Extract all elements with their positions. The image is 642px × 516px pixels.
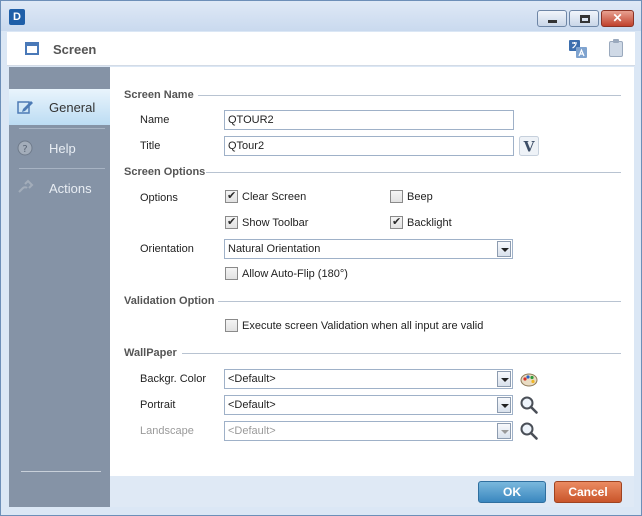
execute-validation-label: Execute screen Validation when all input… — [242, 320, 484, 332]
maximize-button[interactable] — [569, 10, 599, 27]
backgr-color-value: <Default> — [228, 373, 276, 385]
edit-icon — [16, 98, 34, 116]
sidebar-footer-divider — [21, 471, 101, 472]
title-variable-button[interactable]: V — [519, 136, 539, 156]
beep-label: Beep — [407, 191, 433, 203]
landscape-browse-button[interactable] — [519, 421, 539, 441]
section-divider — [218, 301, 621, 302]
ok-button[interactable]: OK — [478, 481, 546, 503]
general-panel: Screen Name Name Title V Screen Options … — [110, 67, 634, 476]
portrait-value: <Default> — [228, 399, 276, 411]
screen-icon — [25, 42, 39, 55]
translate-icon[interactable] — [568, 39, 588, 59]
portrait-select[interactable]: <Default> — [224, 395, 513, 415]
auto-flip-checkbox[interactable] — [225, 267, 238, 280]
beep-checkbox[interactable] — [390, 190, 403, 203]
chevron-down-icon[interactable] — [497, 371, 511, 387]
minimize-icon — [548, 20, 557, 23]
section-divider — [206, 172, 621, 173]
backgr-color-label: Backgr. Color — [140, 373, 207, 385]
clipboard-icon[interactable] — [609, 39, 623, 57]
execute-validation-checkbox[interactable] — [225, 319, 238, 332]
clear-screen-label: Clear Screen — [242, 191, 307, 203]
color-palette-button[interactable] — [519, 369, 539, 389]
backlight-label: Backlight — [407, 217, 452, 229]
magnifier-icon — [520, 396, 538, 414]
minimize-button[interactable] — [537, 10, 567, 27]
section-title-validation: Validation Option — [124, 295, 215, 307]
close-icon: ✕ — [612, 11, 623, 25]
sidebar-item-actions[interactable]: Actions — [9, 170, 110, 206]
sidebar: General ? Help Actions — [9, 67, 110, 507]
title-input[interactable] — [224, 136, 514, 156]
section-divider — [198, 95, 621, 96]
chevron-down-icon[interactable] — [497, 397, 511, 413]
landscape-value: <Default> — [228, 425, 276, 437]
section-title-screen-name: Screen Name — [124, 89, 194, 101]
maximize-icon — [580, 15, 590, 23]
portrait-browse-button[interactable] — [519, 395, 539, 415]
portrait-label: Portrait — [140, 399, 176, 411]
sidebar-item-label: Help — [49, 141, 76, 156]
sidebar-item-label: Actions — [49, 181, 92, 196]
backgr-color-select[interactable]: <Default> — [224, 369, 513, 389]
sidebar-divider — [19, 128, 105, 129]
title-label: Title — [140, 140, 161, 152]
auto-flip-label: Allow Auto-Flip (180°) — [242, 268, 348, 280]
link-icon — [16, 179, 34, 197]
chevron-down-icon[interactable] — [497, 423, 511, 439]
screen-dialog: D ✕ Screen General ? Help Actions Screen… — [0, 0, 642, 516]
landscape-select[interactable]: <Default> — [224, 421, 513, 441]
name-label: Name — [140, 114, 170, 126]
show-toolbar-checkbox[interactable] — [225, 215, 238, 229]
magnifier-icon — [520, 422, 538, 440]
section-title-wallpaper: WallPaper — [124, 347, 177, 359]
landscape-label: Landscape — [140, 425, 194, 437]
sidebar-item-label: General — [49, 100, 96, 115]
orientation-select[interactable]: Natural Orientation — [224, 239, 513, 259]
orientation-value: Natural Orientation — [228, 243, 321, 255]
cancel-button[interactable]: Cancel — [554, 481, 622, 503]
section-title-screen-options: Screen Options — [124, 166, 206, 178]
clear-screen-checkbox[interactable] — [225, 189, 238, 203]
dialog-header: Screen — [7, 32, 635, 66]
orientation-label: Orientation — [140, 243, 194, 255]
sidebar-divider — [19, 168, 105, 169]
palette-icon — [520, 373, 538, 387]
close-button[interactable]: ✕ — [601, 10, 634, 27]
options-label: Options — [140, 192, 178, 204]
show-toolbar-label: Show Toolbar — [242, 217, 309, 229]
variable-icon: V — [523, 140, 536, 156]
svg-text:?: ? — [22, 144, 27, 155]
backlight-checkbox[interactable] — [390, 215, 403, 229]
title-bar: D ✕ — [1, 1, 641, 31]
page-title: Screen — [53, 42, 97, 57]
help-icon: ? — [16, 139, 34, 157]
dialog-footer: OK Cancel — [110, 476, 634, 507]
section-divider — [182, 353, 621, 354]
app-icon: D — [9, 9, 25, 25]
sidebar-item-help[interactable]: ? Help — [9, 130, 110, 166]
chevron-down-icon[interactable] — [497, 241, 511, 257]
name-input[interactable] — [224, 110, 514, 130]
sidebar-item-general[interactable]: General — [9, 89, 110, 125]
